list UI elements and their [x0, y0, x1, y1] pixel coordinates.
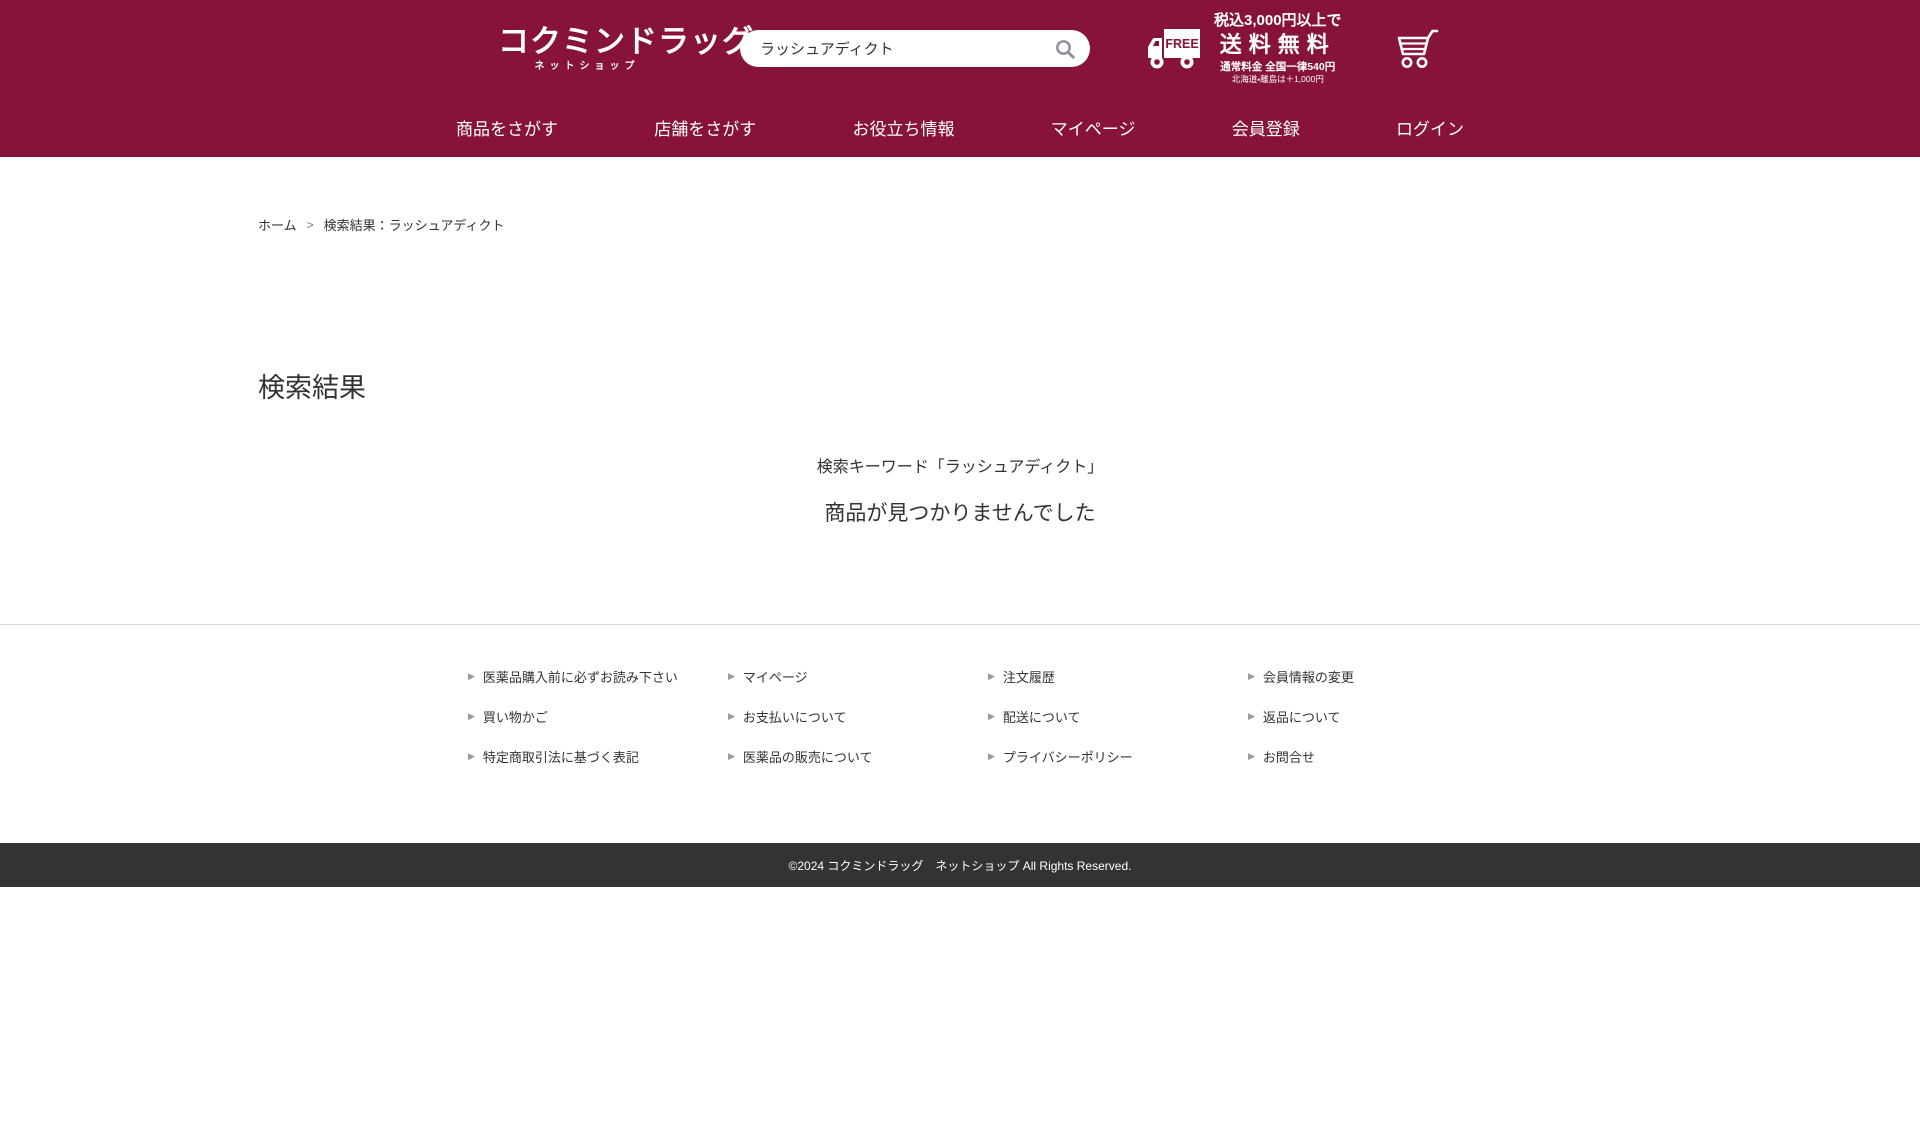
footer-link-label: プライバシーポリシー — [1003, 747, 1133, 766]
breadcrumb: ホーム > 検索結果：ラッシュアディクト — [258, 215, 1662, 234]
footer-link-shopping-cart[interactable]: ▶ 買い物かご — [468, 707, 728, 726]
logo-main-text: コクミンドラッグ — [498, 26, 676, 57]
free-shipping-banner: FREE 税込3,000円以上で 送料無料 通常料金 全国一律540円 北海道・… — [1146, 12, 1342, 84]
logo-sub-text: ネットショップ — [498, 62, 676, 72]
header-top-row: コクミンドラッグ ネットショップ — [370, 0, 1550, 97]
footer-link-member-info[interactable]: ▶ 会員情報の変更 — [1248, 667, 1508, 686]
cart-icon — [1394, 28, 1440, 70]
arrow-bullet-icon: ▶ — [468, 712, 475, 721]
header-inner: コクミンドラッグ ネットショップ — [370, 0, 1550, 157]
footer-link-label: 特定商取引法に基づく表記 — [483, 747, 639, 766]
shipping-free-label: 送料無料 — [1214, 32, 1342, 57]
footer-link-payment[interactable]: ▶ お支払いについて — [728, 707, 988, 726]
footer-link-label: 配送について — [1003, 707, 1081, 726]
arrow-bullet-icon: ▶ — [1248, 672, 1255, 681]
footer-link-label: お問合せ — [1263, 747, 1315, 766]
search-icon — [1054, 38, 1076, 60]
cart-button[interactable] — [1394, 28, 1440, 70]
footer-link-returns[interactable]: ▶ 返品について — [1248, 707, 1508, 726]
breadcrumb-current: 検索結果：ラッシュアディクト — [324, 215, 505, 234]
shipping-remote-fee: 北海道・離島は＋1,000円 — [1214, 75, 1342, 85]
arrow-bullet-icon: ▶ — [728, 672, 735, 681]
footer-column-4: ▶ 会員情報の変更 ▶ 返品について ▶ お問合せ — [1248, 667, 1508, 787]
footer-link-label: お支払いについて — [743, 707, 847, 726]
footer-link-contact[interactable]: ▶ お問合せ — [1248, 747, 1508, 766]
arrow-bullet-icon: ▶ — [1248, 752, 1255, 761]
site-header: コクミンドラッグ ネットショップ — [0, 0, 1920, 157]
breadcrumb-home-link[interactable]: ホーム — [258, 215, 297, 234]
nav-item-store-search[interactable]: 店舗をさがす — [654, 115, 756, 140]
footer-link-commercial-law[interactable]: ▶ 特定商取引法に基づく表記 — [468, 747, 728, 766]
arrow-bullet-icon: ▶ — [728, 712, 735, 721]
site-logo[interactable]: コクミンドラッグ ネットショップ — [498, 26, 676, 72]
nav-item-register[interactable]: 会員登録 — [1232, 115, 1300, 140]
shipping-text-block: 税込3,000円以上で 送料無料 通常料金 全国一律540円 北海道・離島は＋1… — [1214, 12, 1342, 84]
breadcrumb-separator: > — [307, 218, 314, 232]
footer-link-label: 注文履歴 — [1003, 667, 1055, 686]
footer-column-1: ▶ 医薬品購入前に必ずお読み下さい ▶ 買い物かご ▶ 特定商取引法に基づく表記 — [468, 667, 728, 787]
arrow-bullet-icon: ▶ — [1248, 712, 1255, 721]
nav-item-mypage[interactable]: マイページ — [1051, 115, 1136, 140]
footer-link-label: 医薬品購入前に必ずお読み下さい — [483, 667, 678, 686]
arrow-bullet-icon: ▶ — [468, 752, 475, 761]
footer-link-mypage[interactable]: ▶ マイページ — [728, 667, 988, 686]
main-navigation: 商品をさがす 店舗をさがす お役立ち情報 マイページ 会員登録 ログイン — [370, 97, 1550, 157]
footer-links-section: ▶ 医薬品購入前に必ずお読み下さい ▶ 買い物かご ▶ 特定商取引法に基づく表記… — [0, 624, 1920, 843]
copyright-text: ©2024 コクミンドラッグ ネットショップ All Rights Reserv… — [789, 857, 1132, 874]
shipping-normal-fee: 通常料金 全国一律540円 — [1214, 61, 1342, 73]
footer-link-label: 医薬品の販売について — [743, 747, 873, 766]
search-button[interactable] — [1052, 36, 1078, 62]
footer-link-medicine-sales[interactable]: ▶ 医薬品の販売について — [728, 747, 988, 766]
arrow-bullet-icon: ▶ — [468, 672, 475, 681]
footer-link-delivery[interactable]: ▶ 配送について — [988, 707, 1248, 726]
site-footer: ▶ 医薬品購入前に必ずお読み下さい ▶ 買い物かご ▶ 特定商取引法に基づく表記… — [0, 624, 1920, 1133]
search-box — [740, 30, 1090, 67]
search-keyword-line: 検索キーワード「ラッシュアディクト」 — [258, 453, 1662, 477]
nav-item-useful-info[interactable]: お役立ち情報 — [853, 115, 955, 140]
footer-link-label: 買い物かご — [483, 707, 548, 726]
no-results-message: 商品が見つかりませんでした — [258, 497, 1662, 527]
shipping-threshold: 税込3,000円以上で — [1214, 12, 1342, 29]
bottom-whitespace — [0, 887, 1920, 1133]
footer-link-label: 返品について — [1263, 707, 1341, 726]
copyright-bar: ©2024 コクミンドラッグ ネットショップ All Rights Reserv… — [0, 843, 1920, 887]
arrow-bullet-icon: ▶ — [728, 752, 735, 761]
footer-link-privacy-policy[interactable]: ▶ プライバシーポリシー — [988, 747, 1248, 766]
footer-column-3: ▶ 注文履歴 ▶ 配送について ▶ プライバシーポリシー — [988, 667, 1248, 787]
main-content: ホーム > 検索結果：ラッシュアディクト 検索結果 検索キーワード「ラッシュアデ… — [258, 215, 1662, 624]
page-title: 検索結果 — [258, 366, 1662, 405]
delivery-truck-icon: FREE — [1146, 26, 1202, 72]
free-badge-text: FREE — [1165, 37, 1198, 51]
nav-item-product-search[interactable]: 商品をさがす — [456, 115, 558, 140]
footer-column-2: ▶ マイページ ▶ お支払いについて ▶ 医薬品の販売について — [728, 667, 988, 787]
footer-links-grid: ▶ 医薬品購入前に必ずお読み下さい ▶ 買い物かご ▶ 特定商取引法に基づく表記… — [468, 667, 1508, 787]
footer-link-order-history[interactable]: ▶ 注文履歴 — [988, 667, 1248, 686]
arrow-bullet-icon: ▶ — [988, 752, 995, 761]
arrow-bullet-icon: ▶ — [988, 712, 995, 721]
arrow-bullet-icon: ▶ — [988, 672, 995, 681]
nav-item-login[interactable]: ログイン — [1396, 115, 1464, 140]
footer-link-label: 会員情報の変更 — [1263, 667, 1354, 686]
search-input[interactable] — [760, 40, 1052, 57]
footer-link-label: マイページ — [743, 667, 808, 686]
footer-link-medicine-notice[interactable]: ▶ 医薬品購入前に必ずお読み下さい — [468, 667, 728, 686]
